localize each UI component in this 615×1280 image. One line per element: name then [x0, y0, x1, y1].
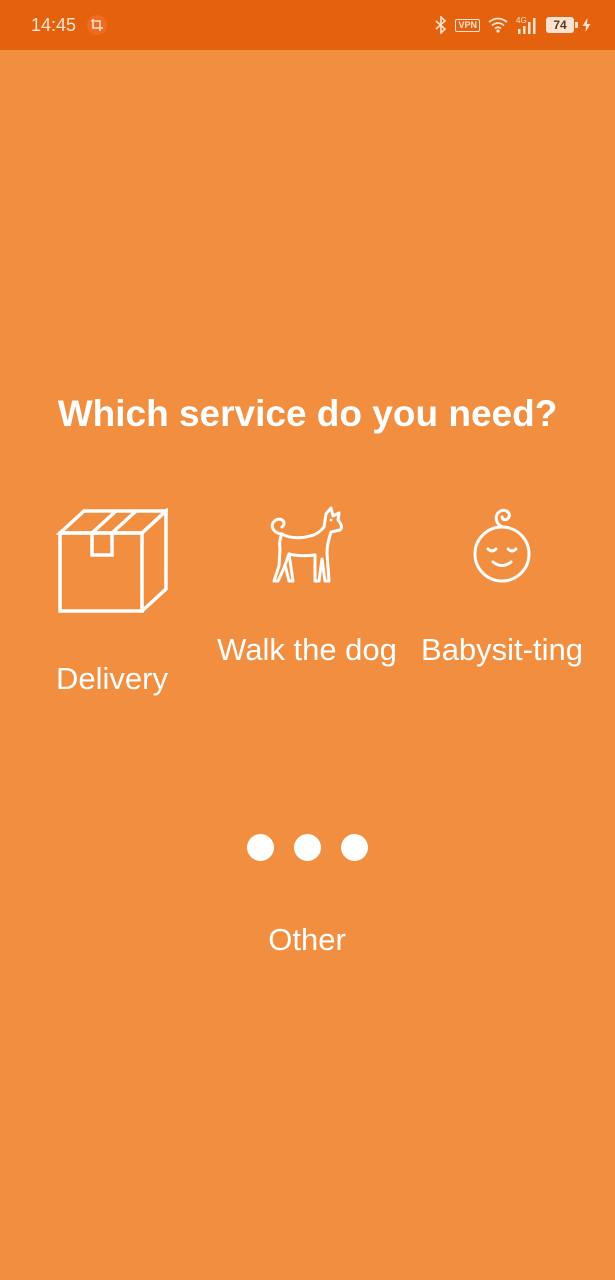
battery-icon: 74	[546, 17, 578, 33]
status-icons: VPN 4G 74	[435, 14, 591, 36]
network-type-label: 4G	[516, 16, 527, 25]
status-bar: 14:45 VPN 4G 74	[0, 0, 615, 50]
dot	[246, 834, 274, 861]
service-label-other: Other	[268, 922, 346, 957]
notification-crop-icon	[87, 15, 107, 35]
charging-icon	[582, 18, 591, 32]
box-icon	[56, 508, 168, 613]
bluetooth-icon	[435, 16, 447, 34]
vpn-icon: VPN	[455, 18, 480, 32]
dot	[293, 834, 321, 861]
service-option-other[interactable]: Other	[217, 830, 397, 970]
dog-icon	[270, 506, 343, 583]
service-option-delivery[interactable]: Delivery	[22, 505, 202, 705]
signal-icon: 4G	[516, 16, 536, 34]
baby-face-icon	[473, 508, 531, 583]
service-option-walk-the-dog[interactable]: Walk the dog	[217, 505, 397, 705]
service-label-babysitting: Babysit-ting	[421, 632, 583, 667]
service-label-walk-the-dog: Walk the dog	[217, 632, 397, 667]
service-option-babysitting[interactable]: Babysit-ting	[412, 505, 592, 705]
service-label-delivery: Delivery	[56, 661, 168, 696]
page-title: Which service do you need?	[57, 393, 558, 434]
dot	[340, 834, 368, 861]
status-time: 14:45	[31, 15, 77, 35]
wifi-icon	[488, 17, 508, 33]
three-dots-icon	[217, 834, 397, 861]
